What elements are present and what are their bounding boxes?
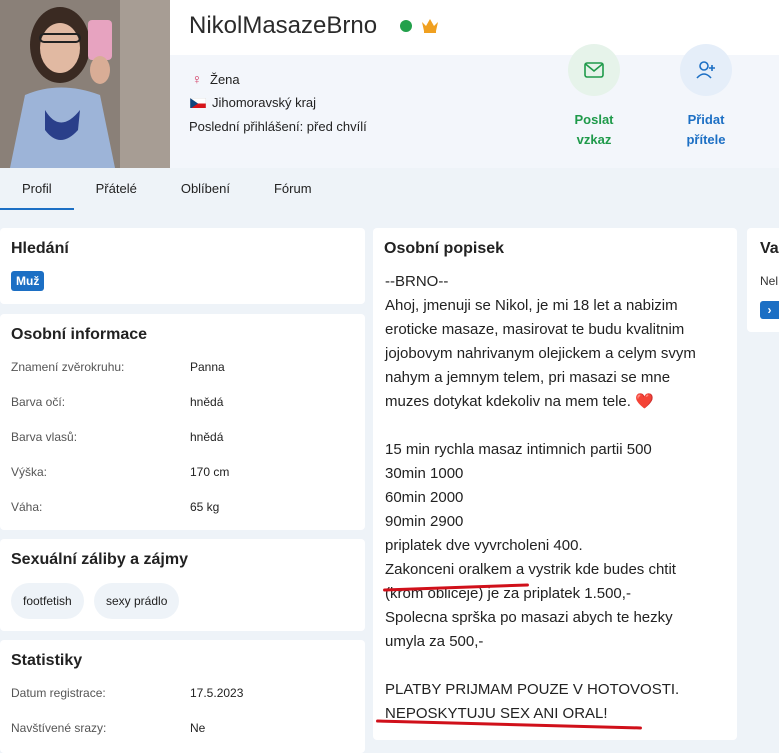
- send-message-circle[interactable]: [568, 44, 620, 96]
- send-message-label-2[interactable]: vzkaz: [564, 130, 624, 150]
- profile-tabs: Profil Přátelé Oblíbení Fórum: [0, 168, 779, 212]
- interests-title: Sexuální záliby a zájmy: [11, 551, 188, 568]
- send-message-label[interactable]: Poslat vzkaz: [564, 110, 624, 150]
- profile-photo[interactable]: [0, 0, 170, 168]
- region-line: Jihomoravský kraj: [190, 95, 316, 110]
- stats-label-registration: Datum registrace:: [11, 686, 106, 700]
- tab-favorites[interactable]: Oblíbení: [159, 168, 252, 210]
- female-icon: ♀: [191, 71, 203, 87]
- bio-line: 90min 2900: [385, 513, 464, 530]
- bio-line: eroticke masaze, masirovat te budu kvali…: [385, 321, 685, 338]
- send-message-button[interactable]: Poslat vzkaz: [564, 44, 624, 150]
- bio-line: nahym a jemnym telem, pri masazi se mne: [385, 369, 671, 386]
- searching-title: Hledání: [11, 240, 69, 257]
- info-value-eyes: hnědá: [190, 395, 224, 409]
- side-card-button[interactable]: ›: [760, 301, 779, 319]
- gender-line: ♀ Žena: [190, 71, 240, 87]
- side-card-title: Va: [760, 240, 779, 257]
- side-card-text: Nel: [760, 274, 779, 288]
- bio-line: [385, 414, 730, 438]
- bio-line: Zakonceni oralkem a vystrik kde budes ch…: [385, 561, 676, 578]
- stats-title: Statistiky: [11, 652, 83, 669]
- add-friend-label[interactable]: Přidat přítele: [676, 110, 736, 150]
- personal-info-title: Osobní informace: [11, 326, 148, 343]
- stats-value-meetups: Ne: [190, 721, 206, 735]
- send-message-label-1[interactable]: Poslat: [564, 110, 624, 130]
- bio-line: jojobovym nahrivanym olejickem a celym s…: [385, 345, 696, 362]
- info-label-zodiac: Znamení zvěrokruhu:: [11, 360, 125, 374]
- crown-icon: [422, 19, 438, 33]
- bio-line: Spolecna sprška po masazi abych te hezky: [385, 609, 673, 626]
- interest-chip[interactable]: footfetish: [11, 583, 84, 619]
- region-text: Jihomoravský kraj: [212, 95, 317, 110]
- bio-line: Ahoj, jmenuji se Nikol, je mi 18 let a n…: [385, 297, 678, 314]
- bio-line: 60min 2000: [385, 489, 464, 506]
- bio-line: muzes dotykat kdekoliv na mem tele. ❤️: [385, 393, 654, 410]
- add-friend-button[interactable]: Přidat přítele: [676, 44, 736, 150]
- add-user-icon: [696, 61, 715, 79]
- stats-card: Statistiky Datum registrace: 17.5.2023 N…: [0, 640, 365, 753]
- add-friend-label-2[interactable]: přítele: [676, 130, 736, 150]
- searching-card: Hledání Muž: [0, 228, 365, 304]
- envelope-icon: [584, 62, 604, 78]
- info-label-height: Výška:: [11, 465, 48, 479]
- bio-line: --BRNO--: [385, 273, 449, 290]
- bio-line: 30min 1000: [385, 465, 464, 482]
- interests-card: Sexuální záliby a zájmy footfetish sexy …: [0, 539, 365, 631]
- username: NikolMasazeBrno: [189, 12, 378, 39]
- czech-flag-icon: [190, 97, 206, 108]
- add-friend-circle[interactable]: [680, 44, 732, 96]
- online-status-icon: [400, 20, 412, 32]
- last-login: Poslední přihlášení: před chvílí: [189, 119, 367, 134]
- stats-value-registration: 17.5.2023: [190, 686, 244, 700]
- info-label-eyes: Barva očí:: [11, 395, 66, 409]
- bio-line: 15 min rychla masaz intimnich partii 500: [385, 441, 652, 458]
- bio-text: --BRNO-- Ahoj, jmenuji se Nikol, je mi 1…: [385, 270, 730, 726]
- info-value-weight: 65 kg: [190, 500, 220, 514]
- info-value-height: 170 cm: [190, 465, 230, 479]
- info-value-zodiac: Panna: [190, 360, 225, 374]
- bio-line: (krom obliceje) je za priplatek 1.500,-: [385, 585, 631, 602]
- info-label-weight: Váha:: [11, 500, 43, 514]
- gender-text: Žena: [210, 71, 240, 87]
- tab-friends[interactable]: Přátelé: [74, 168, 159, 210]
- info-value-hair: hnědá: [190, 430, 224, 444]
- bio-line: [385, 654, 730, 678]
- bio-title: Osobní popisek: [384, 240, 505, 257]
- add-friend-label-1[interactable]: Přidat: [676, 110, 736, 130]
- searching-tag[interactable]: Muž: [11, 271, 45, 291]
- last-login-text: Poslední přihlášení: před chvílí: [189, 119, 367, 134]
- bio-line: priplatek dve vyvrcholeni 400.: [385, 537, 583, 554]
- bio-line: PLATBY PRIJMAM POUZE V HOTOVOSTI.: [385, 681, 680, 698]
- tab-profile[interactable]: Profil: [0, 168, 74, 210]
- interest-chip[interactable]: sexy prádlo: [94, 583, 180, 619]
- info-label-hair: Barva vlasů:: [11, 430, 78, 444]
- stats-label-meetups: Navštívené srazy:: [11, 721, 107, 735]
- bio-line: umyla za 500,-: [385, 633, 484, 650]
- personal-info-card: Osobní informace Znamení zvěrokruhu: Pan…: [0, 314, 365, 530]
- profile-header: NikolMasazeBrno ♀ Žena Jihomoravský kraj…: [0, 0, 779, 168]
- tab-forum[interactable]: Fórum: [252, 168, 334, 210]
